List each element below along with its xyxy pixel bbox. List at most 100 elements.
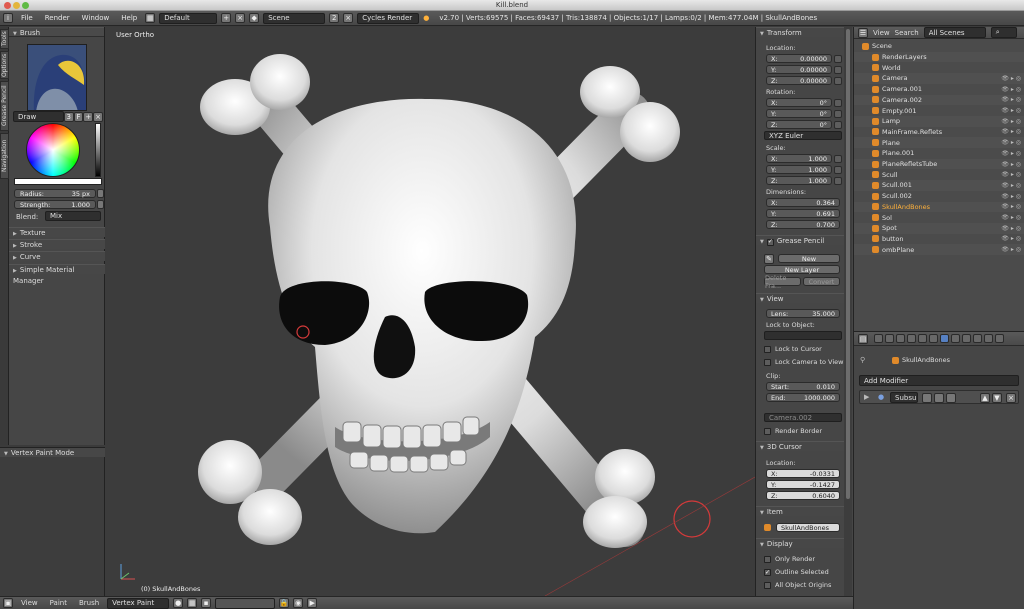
scale-x-field[interactable]: X: 1.000 [766,154,832,163]
texture-panel-header[interactable]: ▶ Texture [9,227,105,237]
scene-field[interactable]: Scene [263,12,326,24]
lock-rotation-y-icon[interactable] [834,110,842,118]
location-x-field[interactable]: X: 0.00000 [766,54,832,63]
minimize-window-button[interactable] [13,2,20,9]
stroke-panel-header[interactable]: ▶ Stroke [9,239,105,249]
face-mask-icon[interactable]: ▦ [187,598,198,608]
grease-pencil-panel-header[interactable]: ▼ ✓ Grease Pencil [756,235,844,246]
3d-viewport[interactable]: User Ortho (0) SkullAndBones [105,27,755,596]
remove-layout-icon[interactable]: × [235,13,246,23]
lock-rotation-x-icon[interactable] [834,99,842,107]
properties-editor-icon[interactable]: ▤ [858,334,868,344]
layers-tab-icon[interactable] [885,334,894,343]
radius-pressure-icon[interactable] [97,189,104,198]
outliner-row[interactable]: Plane.001 👁 ▸ ◎ [854,148,1024,159]
visibility-icons[interactable]: 👁 ▸ ◎ [1001,118,1021,125]
outliner-row[interactable]: Plane 👁 ▸ ◎ [854,137,1024,148]
display-panel-header[interactable]: ▼ Display [756,538,844,548]
item-name-field[interactable]: SkullAndBones [776,523,840,532]
remove-brush-icon[interactable]: × [93,111,103,122]
modifier-remove-icon[interactable]: × [1006,393,1016,403]
lock-scale-z-icon[interactable] [834,177,842,185]
outliner-editor-icon[interactable]: ☰ [858,27,868,38]
lock-scale-x-icon[interactable] [834,155,842,163]
outliner-row[interactable]: Spot 👁 ▸ ◎ [854,222,1024,234]
blend-select[interactable]: Mix [45,211,101,221]
visibility-icons[interactable]: 👁 ▸ ◎ [1001,128,1021,135]
rotation-x-field[interactable]: X: 0° [766,98,832,107]
pencil-icon[interactable]: ✎ [764,254,774,264]
outliner-row[interactable]: PlaneRefletsTube 👁 ▸ ◎ [854,158,1024,170]
all-object-origins-checkbox[interactable]: All Object Origins [764,581,831,589]
scale-z-field[interactable]: Z: 1.000 [766,176,832,185]
menu-render[interactable]: Render [41,14,74,22]
render-engine-select[interactable]: Cycles Render [357,12,420,24]
outline-selected-checkbox[interactable]: ✓ Outline Selected [764,568,829,576]
close-window-button[interactable] [4,2,11,9]
convert-button[interactable]: Convert [803,277,840,286]
modifier-render-icon[interactable] [922,393,932,403]
visibility-icons[interactable]: 👁 ▸ ◎ [1001,96,1021,103]
tab-tools[interactable]: Tools [0,29,9,49]
add-modifier-select[interactable]: Add Modifier [859,375,1019,386]
modifier-move-up-icon[interactable]: ▲ [980,393,990,403]
modifiers-tab-icon[interactable] [940,334,949,343]
opengl-render-icon[interactable]: ▶ [307,598,318,608]
constraints-tab-icon[interactable] [929,334,938,343]
render-tab-icon[interactable] [874,334,883,343]
visibility-icons[interactable]: 👁 ▸ ◎ [1001,182,1021,189]
3d-cursor-panel-header[interactable]: ▼ 3D Cursor [756,441,844,451]
operator-panel-header[interactable]: ▼ Vertex Paint Mode [0,447,105,457]
add-layout-icon[interactable]: + [221,13,232,23]
menu-paint[interactable]: Paint [46,599,71,607]
outliner-row[interactable]: Scull.002 👁 ▸ ◎ [854,191,1024,202]
material-manager-panel-header[interactable]: ▶ Simple Material Manager [9,264,105,285]
visibility-icons[interactable]: 👁 ▸ ◎ [1001,225,1021,232]
render-preview-icon[interactable]: ◉ [293,598,304,608]
outliner-row[interactable]: Sol 👁 ▸ ◎ [854,212,1024,223]
value-slider[interactable] [95,123,101,177]
pin-icon[interactable]: ⚲ [860,356,865,364]
outliner-row[interactable]: Camera 👁 ▸ ◎ [854,73,1024,84]
screen-layout-field[interactable]: Default [159,12,218,24]
local-camera-field[interactable]: Camera.002 [764,413,842,422]
outliner-row[interactable]: Camera.001 👁 ▸ ◎ [854,84,1024,95]
cursor-x-field[interactable]: X: -0.0331 [766,469,840,478]
lock-camera-icon[interactable]: 🔒 [279,598,290,608]
screen-layout-icon[interactable]: ▦ [145,13,156,23]
visibility-icons[interactable]: 👁 ▸ ◎ [1001,214,1021,221]
clip-end-field[interactable]: End: 1000.000 [766,393,840,402]
only-render-checkbox[interactable]: Only Render [764,555,815,563]
outliner-row[interactable]: MainFrame.Reflets 👁 ▸ ◎ [854,127,1024,138]
menu-brush[interactable]: Brush [75,599,103,607]
scene-icon[interactable]: ◆ [249,13,260,23]
visibility-icons[interactable]: 👁 ▸ ◎ [1001,246,1021,253]
rotation-mode-select[interactable]: XYZ Euler [764,131,842,140]
view-panel-header[interactable]: ▼ View [756,293,844,303]
location-y-field[interactable]: Y: 0.00000 [766,65,832,74]
visibility-icons[interactable]: 👁 ▸ ◎ [1001,139,1021,146]
texture-tab-icon[interactable] [973,334,982,343]
outliner-row[interactable]: Scene [854,41,1024,52]
visibility-icons[interactable]: 👁 ▸ ◎ [1001,86,1021,93]
lock-location-x-icon[interactable] [834,55,842,63]
visibility-icons[interactable]: 👁 ▸ ◎ [1001,107,1021,114]
npanel-scrollbar[interactable] [846,29,850,499]
render-border-checkbox[interactable]: Render Border [764,427,822,435]
outliner-row[interactable]: ombPlane 👁 ▸ ◎ [854,244,1024,255]
tab-options[interactable]: Options [0,51,9,79]
curve-panel-header[interactable]: ▶ Curve [9,251,105,261]
layer-buttons[interactable] [215,597,276,609]
scene-tab-icon[interactable] [896,334,905,343]
lock-scale-y-icon[interactable] [834,166,842,174]
rotation-y-field[interactable]: Y: 0° [766,109,832,118]
lock-rotation-z-icon[interactable] [834,121,842,129]
delete-frame-button[interactable]: Delete Fra... [764,274,801,290]
outliner-row[interactable]: World [854,62,1024,73]
dimension-z-field[interactable]: Z: 0.700 [766,220,840,229]
brush-color-swatch[interactable] [14,178,102,185]
radius-slider[interactable]: Radius: 35 px [14,189,96,198]
lens-field[interactable]: Lens: 35.000 [766,309,840,318]
material-tab-icon[interactable] [962,334,971,343]
outliner-row[interactable]: Scull.001 👁 ▸ ◎ [854,180,1024,191]
